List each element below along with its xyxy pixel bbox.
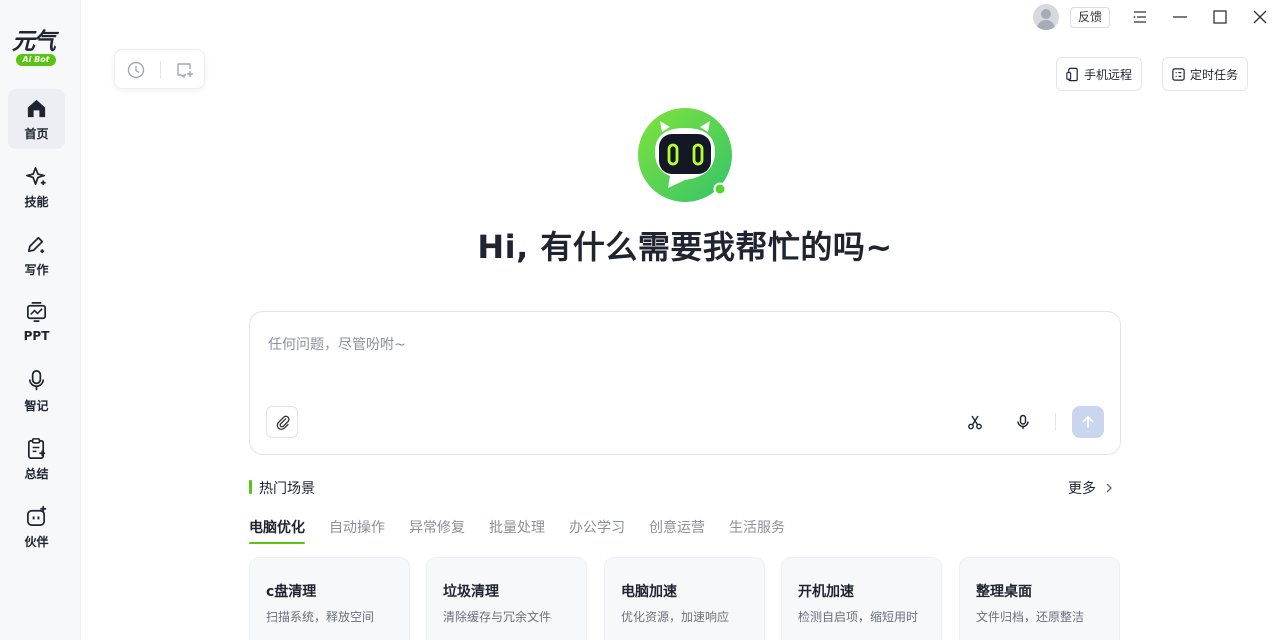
scenario-card[interactable]: 整理桌面 文件归档，还原整洁 [959, 557, 1120, 640]
home-icon [27, 99, 46, 118]
sparkle-icon [26, 167, 46, 186]
tab-computer-optimization[interactable]: 电脑优化 [249, 517, 305, 537]
attach-button[interactable] [266, 406, 298, 438]
arrow-up-icon [1082, 416, 1094, 428]
app-logo: 元气 Ai Bot [10, 22, 64, 68]
card-title: 开机加速 [798, 584, 854, 600]
screenshot-button[interactable] [959, 406, 991, 438]
scenario-card[interactable]: c盘清理 扫描系统，释放空间 [249, 557, 410, 640]
scenario-card[interactable]: 垃圾清理 清除缓存与冗余文件 [426, 557, 587, 640]
phone-remote-button[interactable]: 手机远程 [1056, 57, 1142, 91]
sidebar-item-summary[interactable]: 总结 [8, 429, 65, 489]
tab-batch-processing[interactable]: 批量处理 [489, 517, 545, 537]
tab-error-repair[interactable]: 异常修复 [409, 517, 465, 537]
menu-button[interactable] [1130, 7, 1150, 27]
close-icon [1253, 10, 1267, 24]
microphone-icon [28, 370, 45, 391]
paperclip-icon [276, 415, 290, 431]
greeting-title: Hi, 有什么需要我帮忙的吗~ [477, 228, 893, 266]
clock-icon [127, 61, 145, 79]
section-title: 热门场景 [259, 481, 315, 497]
microphone-icon [1017, 414, 1029, 429]
bot-mascot-icon [638, 108, 732, 202]
sidebar-item-home[interactable]: 首页 [8, 89, 65, 149]
tab-auto-operation[interactable]: 自动操作 [329, 517, 385, 537]
card-title: 电脑加速 [621, 584, 677, 600]
card-description: 检测自启项，缩短用时 [798, 610, 919, 624]
sidebar-item-notes[interactable]: 智记 [8, 361, 65, 421]
sidebar-item-label: 总结 [24, 467, 49, 481]
maximize-icon [1213, 10, 1227, 24]
scenario-card[interactable]: 电脑加速 优化资源，加速响应 [604, 557, 765, 640]
maximize-button[interactable] [1210, 7, 1230, 27]
active-tab-indicator [249, 542, 305, 544]
sidebar-item-label: 伙伴 [24, 535, 49, 549]
minimize-button[interactable] [1170, 7, 1190, 27]
history-button[interactable] [126, 60, 146, 80]
sidebar-item-label: 首页 [24, 127, 49, 141]
card-title: 整理桌面 [976, 584, 1032, 600]
chat-toolbar [114, 49, 205, 89]
feedback-button[interactable]: 反馈 [1070, 7, 1110, 28]
card-title: c盘清理 [266, 584, 317, 600]
sidebar-item-label: PPT [23, 329, 50, 343]
section-marker [249, 480, 252, 494]
send-button[interactable] [1072, 406, 1104, 438]
sidebar-item-partner[interactable]: 伙伴 [8, 497, 65, 557]
sidebar-item-label: 技能 [24, 195, 49, 209]
more-label: 更多 [1068, 481, 1096, 497]
presentation-icon [27, 302, 46, 322]
chat-input-placeholder[interactable]: 任何问题，尽管吩咐~ [268, 334, 406, 354]
bot-face-icon [27, 505, 47, 526]
menu-icon [1133, 11, 1146, 23]
tab-life-services[interactable]: 生活服务 [729, 517, 785, 537]
card-description: 清除缓存与冗余文件 [443, 610, 552, 624]
chevron-right-icon [1106, 483, 1112, 493]
phone-icon [1066, 67, 1078, 81]
scissors-icon [968, 415, 982, 430]
task-list-icon [1172, 67, 1185, 81]
new-chat-icon [177, 63, 193, 78]
avatar[interactable] [1033, 4, 1059, 30]
clipboard-icon [27, 438, 46, 459]
card-description: 文件归档，还原整洁 [976, 610, 1085, 624]
close-button[interactable] [1250, 7, 1270, 27]
tab-office-learning[interactable]: 办公学习 [569, 517, 625, 537]
phone-remote-label: 手机远程 [1084, 67, 1133, 82]
more-link[interactable]: 更多 [1068, 478, 1116, 498]
chat-input-box[interactable]: 任何问题，尽管吩咐~ [249, 311, 1121, 455]
new-chat-button[interactable] [175, 60, 195, 80]
tab-creative-operations[interactable]: 创意运营 [649, 517, 705, 537]
card-title: 垃圾清理 [443, 584, 499, 600]
sidebar-item-skills[interactable]: 技能 [8, 157, 65, 217]
card-description: 优化资源，加速响应 [621, 610, 730, 624]
scheduled-task-label: 定时任务 [1190, 67, 1239, 82]
voice-input-button[interactable] [1007, 406, 1039, 438]
sidebar: 元气 Ai Bot 首页 技能 写作 PPT 智记 总结 伙伴 [0, 0, 81, 640]
scenario-card[interactable]: 开机加速 检测自启项，缩短用时 [781, 557, 942, 640]
sidebar-item-label: 智记 [24, 399, 49, 413]
sidebar-item-ppt[interactable]: PPT [8, 293, 65, 353]
minimize-icon [1173, 16, 1187, 18]
logo-text: 元气 [12, 28, 56, 55]
scheduled-task-button[interactable]: 定时任务 [1162, 57, 1248, 91]
logo-badge: Ai Bot [16, 54, 56, 66]
card-description: 扫描系统，释放空间 [266, 610, 375, 624]
